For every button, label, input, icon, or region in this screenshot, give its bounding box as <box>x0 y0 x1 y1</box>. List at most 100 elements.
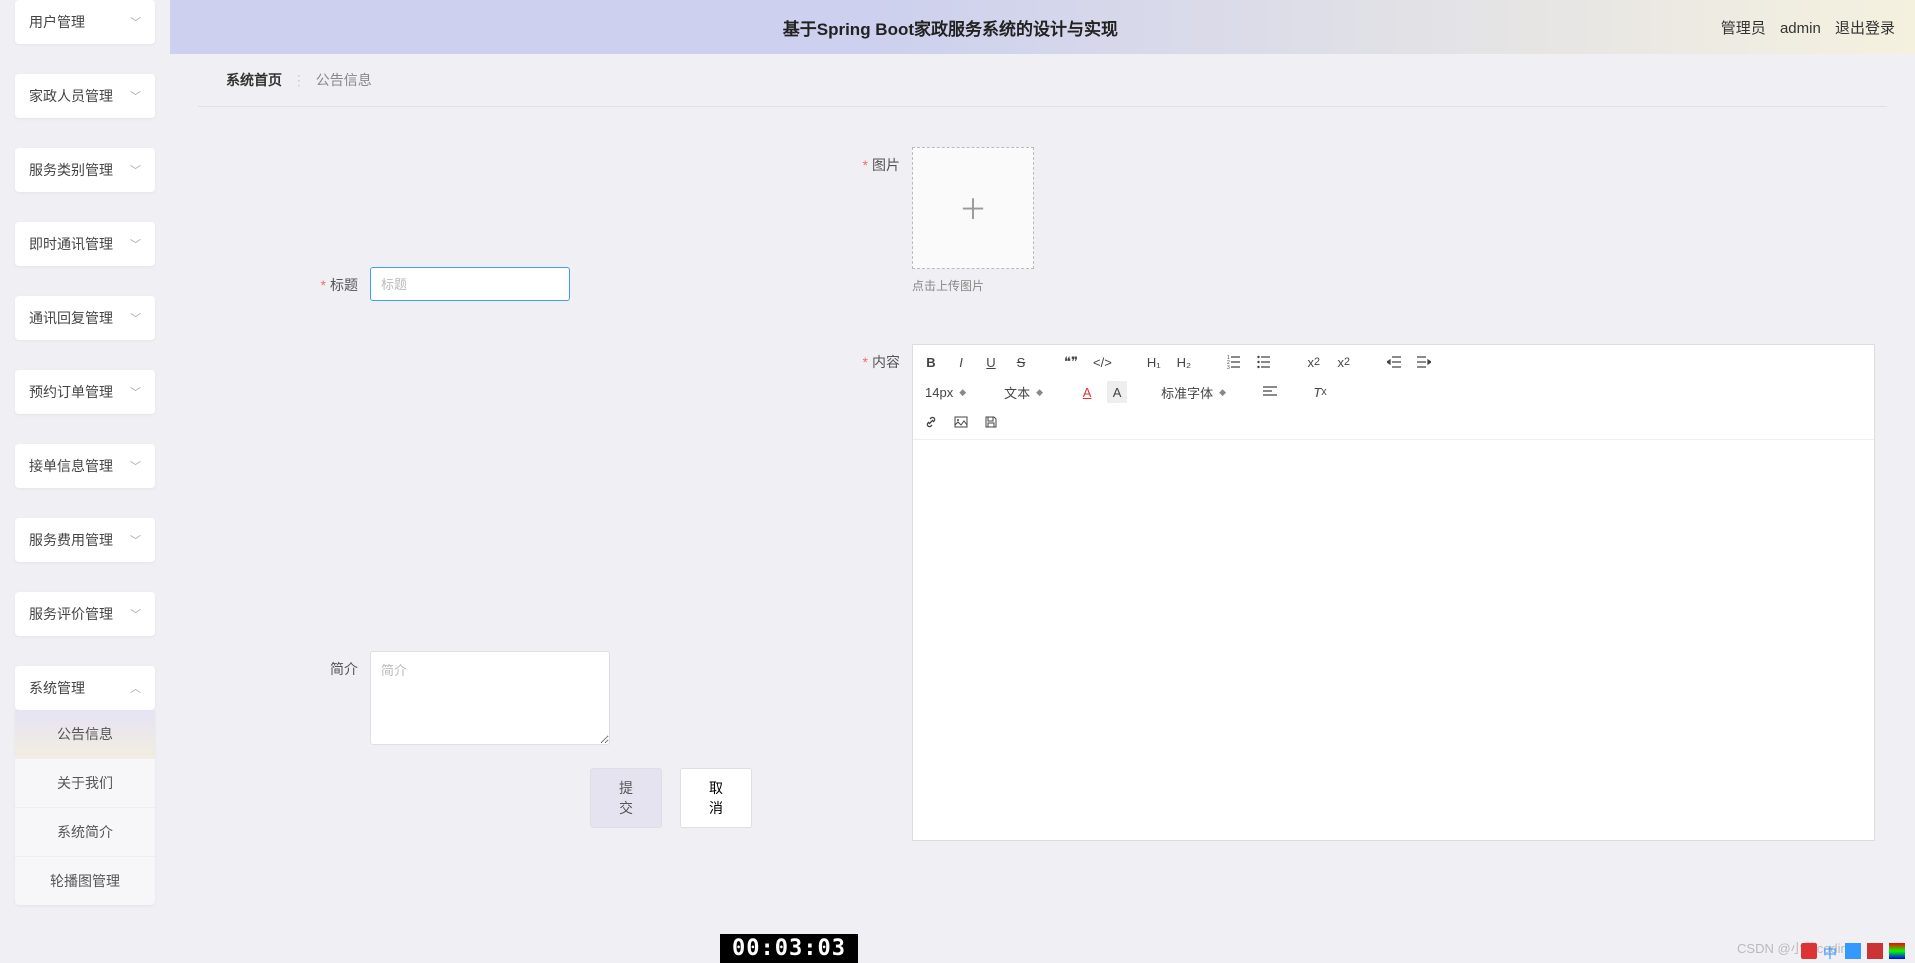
dropdown-icon: ◆ <box>1219 387 1226 398</box>
breadcrumb-sep-icon: ⋮ <box>292 72 306 88</box>
h2-icon[interactable]: H₂ <box>1174 351 1194 373</box>
row-content: 内容 B I U S ❝❞ </> H₁ H₂ <box>812 344 1875 841</box>
svg-text:3: 3 <box>1227 365 1230 369</box>
chevron-down-icon: ﹀ <box>130 88 141 104</box>
paragraph-select[interactable]: 文本 ◆ <box>1000 383 1047 402</box>
row-title: 标题 <box>270 267 752 301</box>
button-row: 提交 取消 <box>270 768 752 828</box>
tray-icon[interactable] <box>1845 943 1861 959</box>
menu-label: 服务评价管理 <box>29 604 113 624</box>
ordered-list-icon[interactable]: 123 <box>1224 351 1244 373</box>
submenu-intro[interactable]: 系统简介 <box>15 808 155 857</box>
menu-fee-mgmt[interactable]: 服务费用管理 ﹀ <box>15 518 155 562</box>
row-image: 图片 ＋ 点击上传图片 <box>812 147 1875 294</box>
clear-format-icon[interactable]: Tx <box>1310 381 1330 403</box>
superscript-icon[interactable]: x2 <box>1334 351 1354 373</box>
chevron-up-icon: ︿ <box>130 680 141 696</box>
save-icon[interactable] <box>981 411 1001 433</box>
link-icon[interactable] <box>921 411 941 433</box>
italic-icon[interactable]: I <box>951 351 971 373</box>
recording-timer: 00:03:03 <box>720 934 858 963</box>
menu-user-mgmt[interactable]: 用户管理 ﹀ <box>15 0 155 44</box>
menu-label: 服务类别管理 <box>29 160 113 180</box>
logout-link[interactable]: 退出登录 <box>1835 20 1895 37</box>
row-intro: 简介 <box>270 651 752 748</box>
h1-icon[interactable]: H₁ <box>1144 351 1164 373</box>
plus-icon: ＋ <box>959 188 987 228</box>
submenu-carousel[interactable]: 轮播图管理 <box>15 857 155 905</box>
image-icon[interactable] <box>951 411 971 433</box>
editor-content-area[interactable] <box>913 440 1874 840</box>
menu-label: 家政人员管理 <box>29 86 113 106</box>
bold-icon[interactable]: B <box>921 351 941 373</box>
editor-toolbar: B I U S ❝❞ </> H₁ H₂ 123 <box>913 345 1874 440</box>
form-left-column: 标题 简介 提交 取消 <box>210 147 752 861</box>
form-right-column: 图片 ＋ 点击上传图片 内容 B I U <box>812 147 1875 861</box>
tray-icon[interactable]: 中 <box>1823 943 1839 959</box>
breadcrumb: 系统首页 ⋮ 公告信息 <box>198 54 1887 107</box>
bullet-list-icon[interactable] <box>1254 351 1274 373</box>
outdent-icon[interactable] <box>1384 351 1404 373</box>
underline-icon[interactable]: U <box>981 351 1001 373</box>
dropdown-icon: ◆ <box>1036 387 1043 398</box>
menu-label: 用户管理 <box>29 12 85 32</box>
submit-button[interactable]: 提交 <box>590 768 662 828</box>
label-title: 标题 <box>270 267 370 301</box>
label-content: 内容 <box>812 344 912 841</box>
menu-staff-mgmt[interactable]: 家政人员管理 ﹀ <box>15 74 155 118</box>
main-content: 基于Spring Boot家政服务系统的设计与实现 管理员 admin 退出登录… <box>170 0 1915 963</box>
intro-textarea[interactable] <box>370 651 610 745</box>
submenu-system: 公告信息 关于我们 系统简介 轮播图管理 <box>15 710 155 905</box>
quote-icon[interactable]: ❝❞ <box>1061 351 1081 373</box>
align-icon[interactable] <box>1260 381 1280 403</box>
chevron-down-icon: ﹀ <box>130 236 141 252</box>
menu-label: 预约订单管理 <box>29 382 113 402</box>
bg-color-icon[interactable]: A <box>1107 381 1127 403</box>
indent-icon[interactable] <box>1414 351 1434 373</box>
upload-hint: 点击上传图片 <box>912 277 1875 294</box>
cancel-button[interactable]: 取消 <box>680 768 752 828</box>
submenu-about[interactable]: 关于我们 <box>15 759 155 808</box>
font-value: 标准字体 <box>1161 383 1213 402</box>
image-upload-box[interactable]: ＋ <box>912 147 1034 269</box>
taskbar-icons: 中 <box>1801 943 1905 959</box>
menu-label: 通讯回复管理 <box>29 308 113 328</box>
header-bar: 基于Spring Boot家政服务系统的设计与实现 管理员 admin 退出登录 <box>170 0 1915 54</box>
chevron-down-icon: ﹀ <box>130 14 141 30</box>
menu-reply-mgmt[interactable]: 通讯回复管理 ﹀ <box>15 296 155 340</box>
strike-icon[interactable]: S <box>1011 351 1031 373</box>
chevron-down-icon: ﹀ <box>130 310 141 326</box>
menu-review-mgmt[interactable]: 服务评价管理 ﹀ <box>15 592 155 636</box>
fontsize-select[interactable]: 14px ◆ <box>921 385 970 400</box>
menu-label: 接单信息管理 <box>29 456 113 476</box>
menu-label: 系统管理 <box>29 678 85 698</box>
text-color-icon[interactable]: A <box>1077 381 1097 403</box>
user-role: 管理员 <box>1721 20 1766 37</box>
breadcrumb-home[interactable]: 系统首页 <box>226 72 282 88</box>
menu-label: 服务费用管理 <box>29 530 113 550</box>
menu-service-type[interactable]: 服务类别管理 ﹀ <box>15 148 155 192</box>
code-icon[interactable]: </> <box>1091 351 1114 373</box>
label-intro: 简介 <box>270 651 370 748</box>
dropdown-icon: ◆ <box>959 387 966 398</box>
menu-im-mgmt[interactable]: 即时通讯管理 ﹀ <box>15 222 155 266</box>
user-name: admin <box>1780 20 1821 37</box>
chevron-down-icon: ﹀ <box>130 606 141 622</box>
subscript-icon[interactable]: x2 <box>1304 351 1324 373</box>
title-input[interactable] <box>370 267 570 301</box>
tray-icon[interactable] <box>1867 943 1883 959</box>
chevron-down-icon: ﹀ <box>130 384 141 400</box>
menu-order-mgmt[interactable]: 预约订单管理 ﹀ <box>15 370 155 414</box>
ime-icon[interactable] <box>1801 943 1817 959</box>
paragraph-value: 文本 <box>1004 383 1030 402</box>
header-user-area: 管理员 admin 退出登录 <box>1711 17 1895 38</box>
menu-system-mgmt[interactable]: 系统管理 ︿ <box>15 666 155 710</box>
fontsize-value: 14px <box>925 385 953 400</box>
menu-accept-mgmt[interactable]: 接单信息管理 ﹀ <box>15 444 155 488</box>
tray-icon[interactable] <box>1889 943 1905 959</box>
submenu-notice[interactable]: 公告信息 <box>15 710 155 759</box>
chevron-down-icon: ﹀ <box>130 162 141 178</box>
font-select[interactable]: 标准字体 ◆ <box>1157 383 1230 402</box>
chevron-down-icon: ﹀ <box>130 532 141 548</box>
chevron-down-icon: ﹀ <box>130 458 141 474</box>
